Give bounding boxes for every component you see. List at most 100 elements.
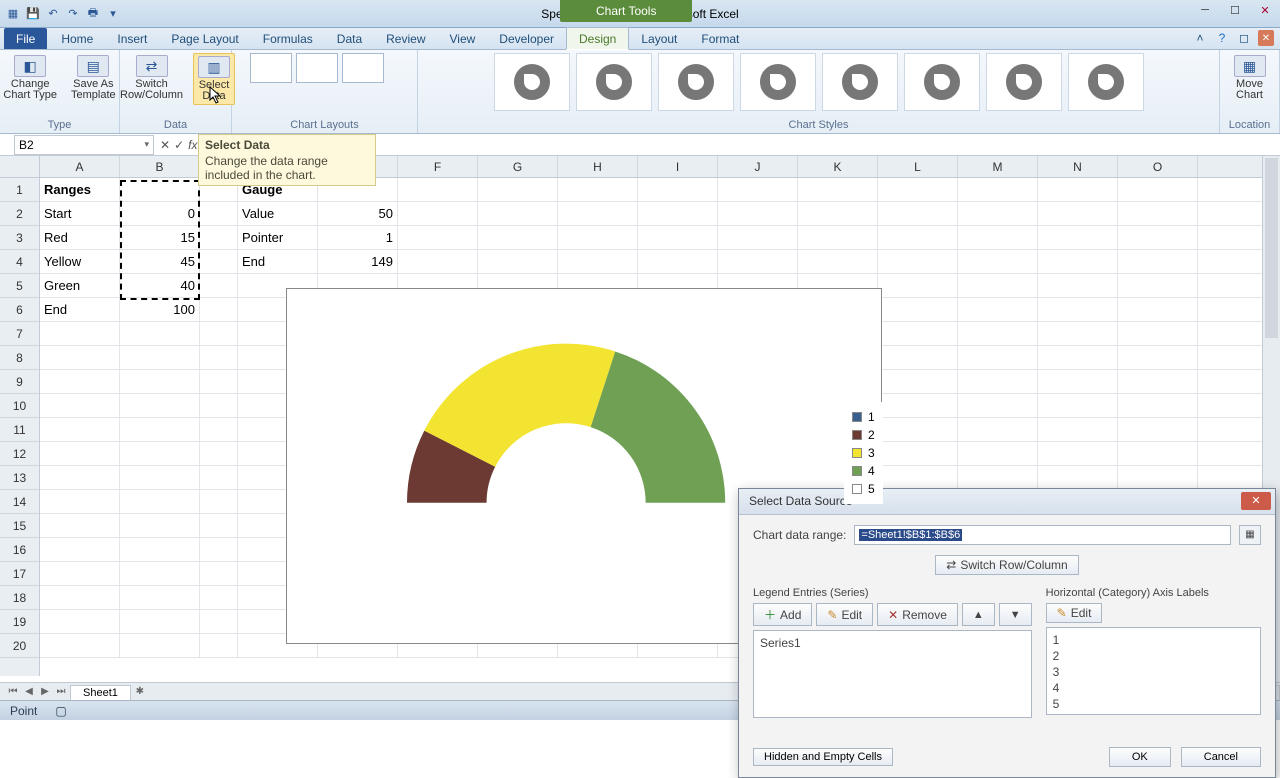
save-as-template-button[interactable]: ▤ Save As Template [67,53,120,103]
cell[interactable] [478,226,558,249]
tab-file[interactable]: File [4,28,47,49]
chart-data-range-input[interactable]: =Sheet1!$B$1:$B$6 [854,525,1231,545]
cell[interactable] [120,610,200,633]
cell[interactable] [798,226,878,249]
tab-layout[interactable]: Layout [629,28,689,49]
style-thumb[interactable] [1068,53,1144,111]
cell[interactable]: 0 [120,202,200,225]
row-header[interactable]: 10 [0,394,39,418]
style-thumb[interactable] [740,53,816,111]
category-item[interactable]: 4 [1053,680,1254,696]
cell[interactable] [120,394,200,417]
cell[interactable] [398,250,478,273]
cell[interactable] [638,226,718,249]
switch-row-column-button-dlg[interactable]: ⇄ Switch Row/Column [935,555,1078,575]
row-header[interactable]: 3 [0,226,39,250]
cell[interactable] [200,370,238,393]
series-listbox[interactable]: Series1 [753,630,1032,718]
cell[interactable] [638,250,718,273]
macro-record-icon[interactable]: ▢ [55,704,66,718]
cell[interactable] [958,346,1038,369]
row-header[interactable]: 19 [0,610,39,634]
row-header[interactable]: 18 [0,586,39,610]
cell[interactable] [878,226,958,249]
category-item[interactable]: 1 [1053,632,1254,648]
cell[interactable]: Ranges [40,178,120,201]
select-data-button[interactable]: ▥ Select Data [193,53,235,105]
cell[interactable] [200,226,238,249]
cell[interactable] [40,634,120,657]
column-header[interactable]: L [878,156,958,177]
fx-icon[interactable]: fx [188,138,197,152]
cell[interactable] [1118,466,1198,489]
row-header[interactable]: 7 [0,322,39,346]
cell[interactable] [638,202,718,225]
cell[interactable] [200,586,238,609]
column-header[interactable]: M [958,156,1038,177]
cell[interactable] [200,538,238,561]
column-header[interactable]: K [798,156,878,177]
cell[interactable] [798,178,878,201]
cell[interactable] [1038,226,1118,249]
cell[interactable] [798,202,878,225]
cell[interactable] [1038,346,1118,369]
cell[interactable]: Yellow [40,250,120,273]
cell[interactable] [478,250,558,273]
new-sheet-button[interactable]: ✱ [133,686,147,700]
cell[interactable] [200,250,238,273]
cell[interactable] [40,538,120,561]
cell[interactable] [878,178,958,201]
category-item[interactable]: 5 [1053,696,1254,712]
cell[interactable] [40,562,120,585]
cell[interactable] [798,250,878,273]
switch-row-column-button[interactable]: ⇄ Switch Row/Column [116,53,187,103]
cell[interactable] [1118,250,1198,273]
print-icon[interactable]: 🖶 [84,5,102,23]
cell[interactable] [40,346,120,369]
cell[interactable] [878,250,958,273]
series-add-button[interactable]: ＋Add [753,603,812,626]
cell[interactable] [878,346,958,369]
category-item[interactable]: 3 [1053,664,1254,680]
cell[interactable] [718,178,798,201]
close-workbook-icon[interactable]: ✕ [1258,30,1274,46]
category-listbox[interactable]: 12345 [1046,627,1261,715]
cell[interactable]: 50 [318,202,398,225]
cell[interactable] [958,298,1038,321]
cell[interactable] [120,370,200,393]
cell[interactable] [1118,274,1198,297]
cell[interactable] [200,274,238,297]
cell[interactable] [878,466,958,489]
sheet-nav-next[interactable]: ▶ [38,686,52,700]
row-header[interactable]: 5 [0,274,39,298]
series-item[interactable]: Series1 [760,635,1025,651]
cell[interactable] [398,226,478,249]
save-icon[interactable]: 💾 [24,5,42,23]
cell[interactable] [120,634,200,657]
axis-edit-button[interactable]: ✎Edit [1046,603,1103,623]
cell[interactable] [958,442,1038,465]
cell[interactable] [1038,442,1118,465]
cell[interactable] [40,466,120,489]
cell[interactable] [478,178,558,201]
cell[interactable] [1118,418,1198,441]
cell[interactable] [718,226,798,249]
cell[interactable] [718,250,798,273]
tab-insert[interactable]: Insert [105,28,159,49]
cell[interactable] [200,610,238,633]
tab-data[interactable]: Data [325,28,374,49]
style-thumb[interactable] [986,53,1062,111]
cell[interactable] [40,418,120,441]
confirm-entry-icon[interactable]: ✓ [174,138,184,152]
cell[interactable] [120,490,200,513]
cell[interactable] [1118,346,1198,369]
cell[interactable] [120,442,200,465]
cell[interactable] [1038,370,1118,393]
cell[interactable] [1118,202,1198,225]
chart-layouts-gallery[interactable] [250,53,400,83]
cell[interactable] [200,442,238,465]
cell[interactable] [878,202,958,225]
hidden-empty-cells-button[interactable]: Hidden and Empty Cells [753,748,893,766]
cell[interactable] [40,442,120,465]
cell[interactable] [398,178,478,201]
